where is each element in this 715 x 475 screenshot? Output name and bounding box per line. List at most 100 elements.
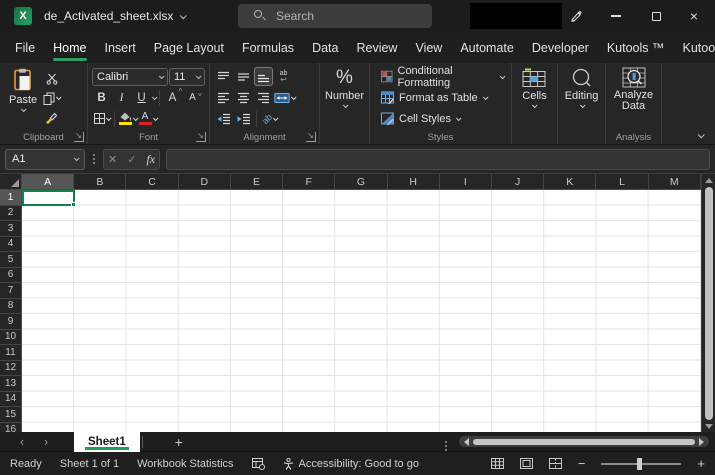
orientation-button[interactable]: ab xyxy=(260,109,279,128)
minimize-button[interactable] xyxy=(601,0,631,32)
menu-tab-data[interactable]: Data xyxy=(303,32,347,63)
align-left-button[interactable] xyxy=(214,88,233,107)
sheet-nav-left-chevron[interactable]: ‹ xyxy=(10,433,34,451)
menu-tab-developer[interactable]: Developer xyxy=(523,32,598,63)
zoom-in-button[interactable]: + xyxy=(697,456,705,471)
menu-tab-page-layout[interactable]: Page Layout xyxy=(145,32,233,63)
align-center-button[interactable] xyxy=(234,88,253,107)
increase-indent-button[interactable] xyxy=(234,109,253,128)
row-header-10[interactable]: 10 xyxy=(0,330,21,345)
vertical-scroll-thumb[interactable] xyxy=(704,187,713,420)
sheet-nav-right-chevron[interactable]: › xyxy=(34,433,58,451)
bold-button[interactable]: B xyxy=(92,88,111,107)
row-header-16[interactable]: 16 xyxy=(0,423,21,432)
file-name-menu[interactable]: de_Activated_sheet.xlsx xyxy=(44,0,188,32)
selected-cell-border[interactable] xyxy=(22,190,76,207)
status-utility-icon[interactable] xyxy=(251,457,265,470)
menu-tab-kutools-plus[interactable]: Kutools Plus xyxy=(674,32,715,63)
zoom-slider[interactable] xyxy=(601,457,682,470)
merge-center-button[interactable] xyxy=(274,88,297,107)
column-header-D[interactable]: D xyxy=(179,174,231,189)
decrease-indent-button[interactable] xyxy=(214,109,233,128)
search-input[interactable] xyxy=(276,9,406,23)
clipboard-dialog-launcher[interactable]: ↘ xyxy=(74,132,84,142)
menu-tab-formulas[interactable]: Formulas xyxy=(233,32,303,63)
enter-button[interactable]: ✓ xyxy=(127,153,136,166)
italic-button[interactable]: I xyxy=(112,88,131,107)
paste-button[interactable]: Paste xyxy=(4,66,42,130)
fill-handle[interactable] xyxy=(70,202,76,207)
draw-pen-icon[interactable] xyxy=(561,0,591,32)
row-header-9[interactable]: 9 xyxy=(0,314,21,330)
font-name-select[interactable]: Calibri xyxy=(92,67,168,86)
cells-button[interactable]: Cells xyxy=(517,66,551,130)
row-header-6[interactable]: 6 xyxy=(0,268,21,283)
accessibility-status[interactable]: Accessibility: Good to go xyxy=(283,457,419,470)
column-header-B[interactable]: B xyxy=(74,174,127,189)
borders-button[interactable] xyxy=(92,109,112,128)
row-header-15[interactable]: 15 xyxy=(0,407,21,423)
zoom-out-button[interactable]: − xyxy=(578,456,586,471)
zoom-slider-thumb[interactable] xyxy=(636,457,642,470)
row-header-4[interactable]: 4 xyxy=(0,237,21,252)
fill-color-button[interactable] xyxy=(118,109,139,128)
add-sheet-button[interactable]: + xyxy=(169,434,189,450)
search-box[interactable] xyxy=(238,4,432,28)
conditional-formatting-button[interactable]: Conditional Formatting xyxy=(378,65,507,89)
row-header-11[interactable]: 11 xyxy=(0,345,21,361)
workbook-statistics-button[interactable]: Workbook Statistics xyxy=(137,458,233,470)
formula-input[interactable] xyxy=(166,148,710,170)
scroll-right-arrow[interactable] xyxy=(699,437,704,446)
horizontal-scrollbar[interactable] xyxy=(459,436,709,447)
column-header-H[interactable]: H xyxy=(388,174,440,189)
tabbar-drag-handle[interactable] xyxy=(445,440,447,443)
row-header-2[interactable]: 2 xyxy=(0,206,21,221)
column-header-I[interactable]: I xyxy=(440,174,492,189)
underline-button[interactable]: U xyxy=(132,88,151,107)
scroll-down-arrow[interactable] xyxy=(704,424,713,429)
menu-tab-view[interactable]: View xyxy=(406,32,451,63)
row-header-7[interactable]: 7 xyxy=(0,283,21,299)
font-size-select[interactable]: 11 xyxy=(169,67,205,86)
column-header-E[interactable]: E xyxy=(231,174,284,189)
menu-tab-automate[interactable]: Automate xyxy=(451,32,523,63)
increase-font-size-button[interactable]: A ^ xyxy=(163,87,183,107)
wrap-text-button[interactable]: ab ↩ xyxy=(274,67,293,86)
page-break-view-button[interactable] xyxy=(548,458,562,469)
alignment-dialog-launcher[interactable]: ↘ xyxy=(306,132,316,142)
sheet-tab-sheet1[interactable]: Sheet1 xyxy=(74,431,140,452)
column-header-J[interactable]: J xyxy=(492,174,545,189)
decrease-font-size-button[interactable]: A ^ xyxy=(183,88,202,107)
column-header-F[interactable]: F xyxy=(283,174,336,189)
scroll-left-arrow[interactable] xyxy=(464,437,469,446)
insert-function-button[interactable]: fx xyxy=(146,152,155,167)
row-header-1[interactable]: 1 xyxy=(0,190,21,206)
page-layout-view-button[interactable] xyxy=(519,458,533,469)
row-header-3[interactable]: 3 xyxy=(0,221,21,237)
row-header-12[interactable]: 12 xyxy=(0,361,21,376)
column-header-A[interactable]: A xyxy=(22,174,75,189)
number-format-button[interactable]: % Number xyxy=(320,66,369,130)
cut-button[interactable] xyxy=(42,69,61,88)
column-header-K[interactable]: K xyxy=(544,174,597,189)
formula-bar-drag-handle[interactable] xyxy=(93,154,95,156)
menu-tab-insert[interactable]: Insert xyxy=(96,32,145,63)
close-button[interactable]: × xyxy=(679,0,709,32)
underline-dropdown[interactable] xyxy=(151,93,158,100)
align-middle-button[interactable] xyxy=(234,67,253,86)
excel-app-icon[interactable]: X xyxy=(14,7,32,25)
horizontal-scroll-thumb[interactable] xyxy=(473,438,695,445)
maximize-button[interactable] xyxy=(641,0,671,32)
row-header-5[interactable]: 5 xyxy=(0,252,21,268)
cancel-button[interactable]: ✕ xyxy=(108,153,117,166)
cell-styles-button[interactable]: Cell Styles xyxy=(378,108,507,129)
sheet-grid[interactable] xyxy=(22,190,701,432)
column-header-L[interactable]: L xyxy=(596,174,649,189)
row-header-8[interactable]: 8 xyxy=(0,299,21,314)
editing-button[interactable]: Editing xyxy=(560,66,604,130)
font-color-button[interactable]: A xyxy=(138,109,159,128)
select-all-corner[interactable] xyxy=(0,174,22,190)
column-header-G[interactable]: G xyxy=(335,174,388,189)
menu-tab-home[interactable]: Home xyxy=(44,32,95,63)
vertical-scrollbar[interactable] xyxy=(701,174,715,432)
